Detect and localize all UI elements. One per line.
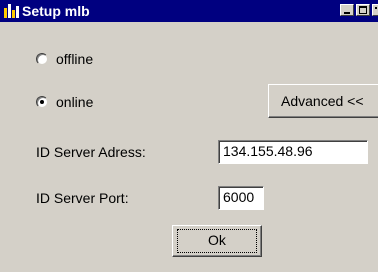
offline-label[interactable]: offline [56, 50, 93, 68]
ok-button-label: Ok [177, 229, 257, 253]
server-port-label: ID Server Port: [36, 190, 129, 206]
server-address-input[interactable]: 134.155.48.96 [218, 140, 368, 164]
advanced-button[interactable]: Advanced << [268, 84, 378, 118]
window-title: Setup mlb [22, 3, 90, 19]
advanced-button-label: Advanced << [281, 93, 364, 109]
radio-selected-dot [40, 100, 44, 104]
close-button[interactable] [372, 4, 378, 16]
server-port-input[interactable]: 6000 [218, 186, 264, 210]
online-radio[interactable] [36, 96, 48, 108]
title-bar[interactable]: Setup mlb [0, 0, 378, 22]
online-label[interactable]: online [56, 93, 93, 111]
setup-dialog: Setup mlb offline online Advanced << ID … [0, 0, 378, 272]
maximize-button[interactable] [356, 4, 370, 16]
offline-radio[interactable] [36, 53, 48, 65]
server-address-label: ID Server Adress: [36, 144, 146, 160]
minimize-button[interactable] [340, 4, 354, 16]
ok-button[interactable]: Ok [172, 225, 262, 257]
app-icon [4, 4, 19, 18]
